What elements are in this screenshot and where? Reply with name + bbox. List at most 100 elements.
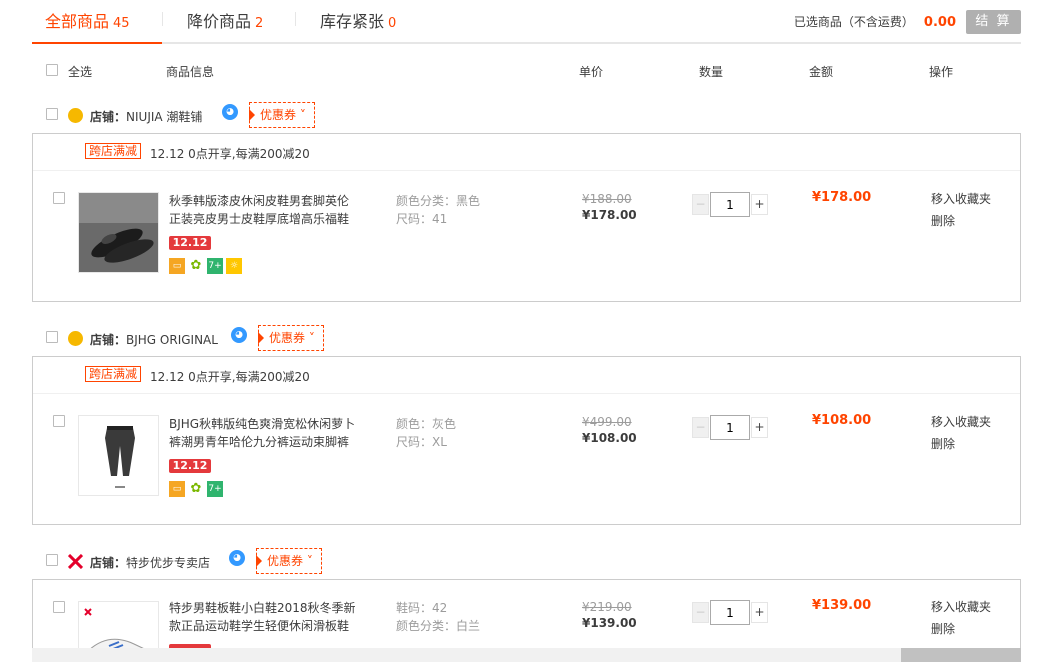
decrease-button[interactable]: − [692, 417, 709, 438]
wangwang-chat-icon[interactable]: ◕ [231, 327, 247, 343]
shop-prefix: 店铺： [90, 556, 127, 570]
tab-count: 0 [388, 16, 397, 31]
item-checkbox[interactable] [53, 192, 65, 204]
event-badge: 12.12 [169, 458, 211, 473]
divider [33, 170, 1020, 171]
shop-name[interactable]: 店铺：特步优步专卖店 [90, 554, 210, 571]
shop-crown-icon [68, 331, 83, 346]
shop-row: 店铺：特步优步专卖店 ◕ 优惠券 ˅ [32, 548, 1021, 574]
scrollbar-thumb[interactable] [901, 648, 1021, 662]
tab-label: 库存紧张 [320, 12, 385, 31]
shop-name-text: 特步优步专卖店 [126, 556, 211, 570]
item-title[interactable]: 特步男鞋板鞋小白鞋2018秋冬季新款正品运动鞋学生轻便休闲滑板鞋 [169, 599, 359, 635]
quantity-input[interactable] [710, 600, 750, 625]
col-item-info: 商品信息 [166, 65, 215, 79]
tab-all-items[interactable]: 全部商品 45 [45, 8, 130, 34]
coupon-button[interactable]: 优惠券 ˅ [249, 102, 315, 128]
credit-card-icon: ▭ [169, 258, 185, 274]
tab-price-drop[interactable]: 降价商品 2 [187, 8, 263, 34]
wangwang-chat-icon[interactable]: ◕ [222, 104, 238, 120]
item-title[interactable]: BJHG秋韩版纯色爽滑宽松休闲萝卜裤潮男青年哈伦九分裤运动束脚裤 [169, 415, 359, 451]
sku-size: 鞋码：42 [396, 601, 448, 615]
credit-card-icon: ▭ [169, 481, 185, 497]
coupon-label: 优惠券 [269, 331, 306, 345]
tab-divider [162, 12, 163, 26]
col-amount: 金额 [809, 65, 834, 79]
col-operations: 操作 [929, 65, 954, 79]
coupon-label: 优惠券 [267, 554, 304, 568]
increase-button[interactable]: + [751, 602, 768, 623]
checkout-button[interactable]: 结 算 [966, 10, 1021, 34]
selection-summary: 已选商品（不含运费） 0.00 结 算 [794, 10, 1021, 34]
service-badges: ▭ ✿ 7+ [169, 481, 226, 497]
divider [33, 393, 1020, 394]
delete-link[interactable]: 删除 [931, 618, 991, 640]
shop-prefix: 店铺： [90, 333, 127, 347]
select-all-checkbox[interactable] [46, 64, 58, 76]
service-badges: ▭ ✿ 7+ ☼ [169, 258, 245, 274]
delete-link[interactable]: 删除 [931, 210, 991, 232]
sku-color: 颜色：灰色 [396, 417, 457, 431]
increase-button[interactable]: + [751, 194, 768, 215]
pants-image [79, 416, 158, 495]
event-badge: 12.12 [169, 235, 211, 250]
tab-count: 2 [255, 16, 264, 31]
move-to-favorites-link[interactable]: 移入收藏夹 [931, 596, 991, 618]
horizontal-scrollbar[interactable] [32, 648, 1021, 662]
wangwang-chat-icon[interactable]: ◕ [229, 550, 245, 566]
shop-row: 店铺：BJHG ORIGINAL ◕ 优惠券 ˅ [32, 325, 1021, 351]
item-thumbnail[interactable] [78, 192, 159, 273]
active-tab-indicator [32, 42, 162, 44]
selected-total: 0.00 [923, 15, 956, 30]
promo-text: 12.12 0点开享,每满200减20 [150, 147, 310, 161]
shop-row: 店铺：NIUJIA 潮鞋铺 ◕ 优惠券 ˅ [32, 102, 1021, 128]
badge-1212: 12.12 [169, 459, 211, 473]
shop-crown-icon [68, 108, 83, 123]
cashback-icon: ✿ [188, 481, 204, 497]
item-operations: 移入收藏夹 删除 [931, 188, 991, 232]
decrease-button[interactable]: − [692, 194, 709, 215]
tab-low-stock[interactable]: 库存紧张 0 [320, 8, 396, 34]
original-price: ¥188.00 [582, 192, 632, 206]
coupon-button[interactable]: 优惠券 ˅ [256, 548, 322, 574]
increase-button[interactable]: + [751, 417, 768, 438]
shop-name[interactable]: 店铺：NIUJIA 潮鞋铺 [90, 108, 202, 125]
delete-link[interactable]: 删除 [931, 433, 991, 455]
quantity-input[interactable] [710, 415, 750, 440]
move-to-favorites-link[interactable]: 移入收藏夹 [931, 411, 991, 433]
coupon-button[interactable]: 优惠券 ˅ [258, 325, 324, 351]
cart-tabs: 全部商品 45 降价商品 2 库存紧张 0 已选商品（不含运费） 0.00 结 算 [32, 0, 1021, 44]
seven-day-return-icon: 7+ [207, 258, 223, 274]
shop-checkbox[interactable] [46, 108, 58, 120]
select-all-label[interactable]: 全选 [68, 63, 92, 80]
tab-count: 45 [113, 16, 130, 31]
item-checkbox[interactable] [53, 415, 65, 427]
promo-tag: 跨店满减 [85, 366, 142, 382]
move-to-favorites-link[interactable]: 移入收藏夹 [931, 188, 991, 210]
sku-size: 尺码：XL [396, 435, 447, 449]
xtep-x-mark [67, 553, 84, 570]
sku-color: 颜色分类：黑色 [396, 194, 481, 208]
item-thumbnail[interactable] [78, 415, 159, 496]
decrease-button[interactable]: − [692, 602, 709, 623]
original-price: ¥499.00 [582, 415, 632, 429]
quantity-stepper: − + [692, 415, 769, 440]
coupon-label: 优惠券 [260, 108, 297, 122]
current-price: ¥108.00 [582, 431, 637, 445]
sun-icon: ☼ [226, 258, 242, 274]
sku-color: 颜色分类：白兰 [396, 619, 481, 633]
shop-name[interactable]: 店铺：BJHG ORIGINAL [90, 331, 218, 348]
quantity-input[interactable] [710, 192, 750, 217]
item-checkbox[interactable] [53, 601, 65, 613]
xtep-logo-icon [67, 553, 84, 570]
tab-divider [295, 12, 296, 26]
shoe-image [79, 193, 158, 272]
shop-checkbox[interactable] [46, 554, 58, 566]
seven-day-return-icon: 7+ [207, 481, 223, 497]
item-title[interactable]: 秋季韩版漆皮休闲皮鞋男套脚英伦正装亮皮男士皮鞋厚底增高乐福鞋 [169, 192, 359, 228]
shop-checkbox[interactable] [46, 331, 58, 343]
item-amount: ¥139.00 [812, 598, 872, 613]
col-quantity: 数量 [699, 65, 724, 79]
item-amount: ¥108.00 [812, 413, 872, 428]
col-unit-price: 单价 [579, 65, 604, 79]
